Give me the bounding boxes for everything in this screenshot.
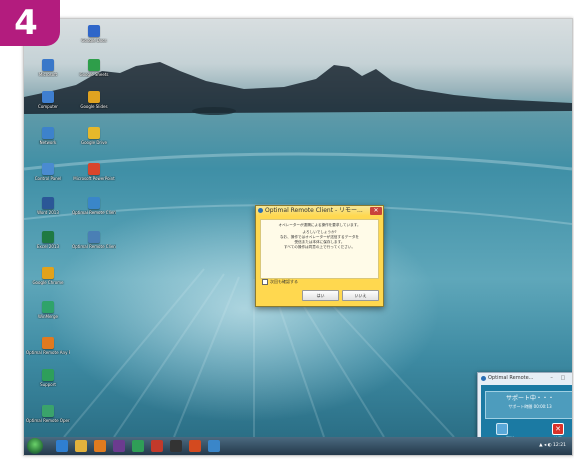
app-icon (42, 127, 54, 139)
support-title-bar: Optimal Remote... – □ ✕ (478, 373, 572, 383)
app-icon (42, 337, 54, 349)
dialog-message: オペレーターが遠隔による操作を要求しています。 よろしいでしょうか? なお、操作… (260, 219, 379, 279)
desktop-icon-label: Optimal Remote Client (72, 210, 116, 215)
no-button[interactable]: いいえ (342, 290, 379, 301)
desktop-icon-label: Google Slides (80, 104, 108, 109)
desktop-icon[interactable]: Word 2013 (26, 197, 70, 215)
clock: 12:21 (553, 443, 566, 448)
desktop-icon-label: Optimal Remote Client Admin (72, 244, 116, 249)
step-badge: 4 (0, 0, 60, 46)
file-transfer-icon (496, 423, 508, 435)
app-icon (42, 405, 54, 417)
desktop-icon-label: Google Docs (81, 38, 107, 43)
app-logo-icon (481, 376, 486, 381)
desktop-icon[interactable]: Optimal Remote Any Player (26, 337, 70, 355)
desktop-icon[interactable]: Microsoft PowerPoint (72, 163, 116, 181)
app-icon (42, 197, 54, 209)
app-icon (42, 369, 54, 381)
desktop-icon-label: Support (40, 382, 56, 387)
support-time-label: サポート時間 (508, 404, 533, 409)
desktop-icon-label: Computer (38, 104, 58, 109)
step-number: 4 (14, 3, 38, 43)
taskbar-explorer-icon[interactable] (75, 440, 87, 452)
app-icon (88, 197, 100, 209)
end-icon: ✕ (552, 423, 564, 435)
checkbox-box[interactable] (262, 279, 268, 285)
app-icon (42, 59, 54, 71)
taskbar-app7-icon[interactable] (170, 440, 182, 452)
confirm-next-time-checkbox[interactable]: 次回も確認する (262, 279, 298, 285)
desktop-icon[interactable]: Optimal Remote Client (72, 197, 116, 215)
support-title: Optimal Remote... (488, 375, 534, 381)
desktop-icon-label: Network (39, 140, 57, 145)
app-logo-icon (258, 208, 263, 213)
desktop-icon[interactable]: Optimal Remote Operator Basic (26, 405, 70, 423)
desktop-icon-label: Microsoft (38, 72, 58, 77)
desktop-icon[interactable]: WinMerge (26, 301, 70, 319)
app-icon (42, 301, 54, 313)
app-icon (42, 267, 54, 279)
app-icon (88, 127, 100, 139)
taskbar-app5-icon[interactable] (132, 440, 144, 452)
taskbar-remote-icon[interactable] (208, 440, 220, 452)
app-icon (42, 163, 54, 175)
app-icon (88, 163, 100, 175)
desktop-icon-label: Optimal Remote Any Player (26, 350, 70, 355)
desktop-icon-label: Excel 2013 (36, 244, 60, 249)
desktop-icon[interactable]: Google Chrome (26, 267, 70, 285)
dialog-line: オペレーターが遠隔による操作を要求しています。 (278, 223, 361, 227)
desktop-icon[interactable]: Optimal Remote Client Admin (72, 231, 116, 249)
yes-button[interactable]: はい (302, 290, 339, 301)
desktop-icon[interactable]: Control Panel (26, 163, 70, 181)
desktop-icon-label: Google Sheets (79, 72, 109, 77)
app-icon (88, 91, 100, 103)
permission-dialog: Optimal Remote Client - リモー... ✕ オペレーターが… (255, 205, 384, 307)
app-icon (42, 231, 54, 243)
system-tray: ▲ ◂ ◐ 12:21 (539, 443, 566, 448)
checkbox-label: 次回も確認する (270, 279, 298, 284)
taskbar-media-icon[interactable] (94, 440, 106, 452)
screenshot-frame: Microsoft Computer Network Control Panel Wor… (23, 18, 573, 456)
app-icon (88, 59, 100, 71)
dialog-title: Optimal Remote Client - リモー... (265, 207, 363, 214)
taskbar-ie-icon[interactable] (56, 440, 68, 452)
dialog-line: すべての操作は同意の上で行ってください。 (283, 245, 356, 249)
app-icon (88, 231, 100, 243)
dialog-close-button[interactable]: ✕ (370, 207, 382, 215)
support-status: サポート中・・・ (505, 395, 554, 402)
start-button[interactable] (27, 438, 43, 454)
desktop-icon[interactable]: Google Docs (72, 25, 116, 43)
taskbar: ▲ ◂ ◐ 12:21 (24, 437, 572, 455)
taskbar-app4-icon[interactable] (113, 440, 125, 452)
desktop-icon-label: WinMerge (38, 314, 58, 319)
dialog-title-bar: Optimal Remote Client - リモー... ✕ (256, 206, 383, 216)
desktop-icon[interactable]: Google Slides (72, 91, 116, 109)
desktop-icon-label: Control Panel (34, 176, 62, 181)
desktop-icon[interactable]: Microsoft (26, 59, 70, 77)
desktop-icon-label: Google Chrome (32, 280, 64, 285)
window-controls[interactable]: – □ ✕ (550, 373, 572, 383)
support-time-value: 00:00:13 (533, 404, 552, 409)
taskbar-app6-icon[interactable] (151, 440, 163, 452)
taskbar-office-icon[interactable] (189, 440, 201, 452)
support-time: サポート時間 00:00:13 (486, 404, 572, 410)
desktop-icon[interactable]: Google Drive (72, 127, 116, 145)
support-status-box: サポート中・・・ サポート時間 00:00:13 (485, 391, 572, 419)
desktop-icon-label: Microsoft PowerPoint (73, 176, 115, 181)
desktop-icon-label: Google Drive (80, 140, 108, 145)
desktop-icon[interactable]: Network (26, 127, 70, 145)
desktop-icon[interactable]: Excel 2013 (26, 231, 70, 249)
desktop-icon-label: Word 2013 (37, 210, 59, 215)
app-icon (88, 25, 100, 37)
desktop-icon[interactable]: Google Sheets (72, 59, 116, 77)
app-icon (42, 91, 54, 103)
desktop-icon[interactable]: Computer (26, 91, 70, 109)
desktop-icon[interactable]: Support (26, 369, 70, 387)
desktop-icon-label: Optimal Remote Operator Basic (26, 418, 70, 423)
